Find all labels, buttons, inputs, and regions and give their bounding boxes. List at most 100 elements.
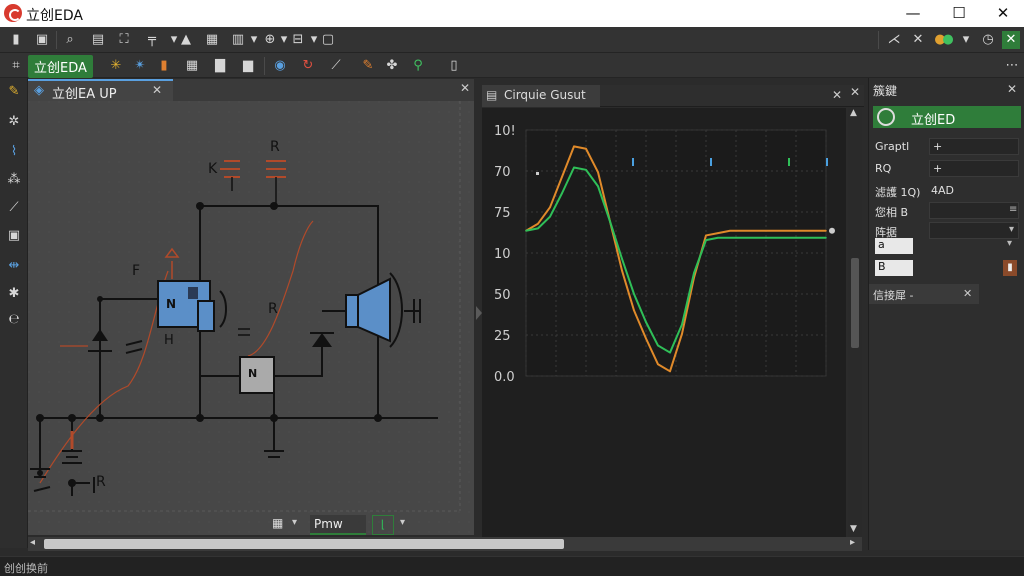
cross-icon[interactable]: ✕: [910, 32, 926, 48]
scroll-thumb[interactable]: [851, 258, 859, 348]
export-icon[interactable]: ▢: [320, 32, 336, 48]
scroll-left-icon[interactable]: ◂: [30, 537, 35, 548]
data-point: [765, 229, 767, 232]
new-file-icon[interactable]: ▮: [8, 32, 24, 48]
horizontal-scrollbar[interactable]: ◂ ▸: [28, 537, 862, 551]
data-point: [789, 236, 791, 239]
chevron-down-icon[interactable]: ▾: [246, 32, 262, 48]
align-icon[interactable]: ⊟: [290, 32, 306, 48]
search-icon[interactable]: ⌕: [62, 32, 78, 48]
triangle-icon[interactable]: ▲: [178, 32, 194, 48]
properties-badge[interactable]: 立创ED: [873, 106, 1021, 128]
folder-icon[interactable]: ▇: [212, 58, 228, 74]
history-icon[interactable]: ◷: [980, 32, 996, 48]
chevron-down-icon[interactable]: ▾: [1007, 238, 1012, 249]
settings-icon[interactable]: ✱: [6, 286, 22, 302]
chevron-down-icon[interactable]: ▾: [1009, 224, 1014, 235]
layer-icon[interactable]: ▦: [272, 516, 288, 532]
data-point: [681, 333, 683, 335]
info-tab-close-icon[interactable]: ✕: [963, 287, 972, 300]
scroll-down-icon[interactable]: ▼: [850, 524, 857, 534]
snap-toggle[interactable]: ⌊: [372, 515, 394, 535]
list-icon[interactable]: ≡: [1009, 204, 1017, 215]
status-bar: 创创换前: [0, 556, 1024, 576]
bar-icon[interactable]: ▮: [156, 58, 172, 74]
prop-value-field[interactable]: +: [929, 138, 1019, 155]
open-icon[interactable]: ▣: [34, 32, 50, 48]
prop-value-field[interactable]: [929, 222, 1019, 239]
chevron-down-icon[interactable]: ▾: [292, 517, 297, 528]
label-f: F: [132, 263, 141, 279]
panel-icon[interactable]: ▣: [6, 228, 22, 244]
zoom-select[interactable]: Pmw: [310, 515, 366, 535]
chevron-down-icon[interactable]: ▾: [958, 32, 974, 48]
pen-icon[interactable]: ✎: [360, 58, 376, 74]
app-badge[interactable]: 立创EDA: [28, 55, 93, 78]
run-icon[interactable]: ⚲: [410, 58, 426, 74]
maximize-button[interactable]: ☐: [944, 3, 974, 23]
folder-open-icon[interactable]: ▆: [240, 58, 256, 74]
scroll-up-icon[interactable]: ▲: [850, 108, 857, 118]
globe-icon[interactable]: ◉: [272, 58, 288, 74]
doc-icon[interactable]: ▯: [446, 58, 462, 74]
net-icon[interactable]: ▥: [230, 32, 246, 48]
node-icon[interactable]: ✤: [384, 58, 400, 74]
tab-waveform[interactable]: ▤ Cirquie Gusut: [482, 85, 600, 107]
minimize-button[interactable]: —: [898, 3, 928, 23]
scroll-right-icon[interactable]: ▸: [850, 537, 855, 548]
wire-tool-icon[interactable]: ⌇: [6, 144, 22, 160]
tab-info[interactable]: 信接犀 - ✕: [869, 284, 979, 304]
cursor-marker: [536, 172, 539, 175]
prop-value-field[interactable]: [929, 202, 1019, 219]
refresh-icon[interactable]: ↻: [300, 58, 316, 74]
close-window-button[interactable]: ✕: [988, 3, 1018, 23]
close-panel-icon[interactable]: ✕: [1002, 31, 1020, 49]
data-point: [693, 272, 695, 274]
data-point: [585, 169, 587, 171]
wire-icon[interactable]: ╤: [144, 32, 160, 48]
data-point: [789, 229, 791, 232]
schematic-panel-close-icon[interactable]: ✕: [460, 81, 470, 95]
select-tool-icon[interactable]: ⌗: [8, 58, 24, 74]
waveform-plot[interactable]: 10! 70 75 10 50 25 0.0: [482, 108, 846, 538]
prop-value-field[interactable]: +: [929, 160, 1019, 177]
probe-tool-icon[interactable]: ⟋: [6, 200, 22, 216]
tab-schematic[interactable]: ◈ 立创EA UP ✕: [28, 79, 173, 102]
waveform-panel-close-icon[interactable]: ✕: [850, 85, 860, 99]
link-icon[interactable]: ℮: [6, 312, 22, 328]
y-tick-label: 10!: [494, 124, 516, 139]
component-icon[interactable]: ⁂: [6, 172, 22, 188]
data-point: [801, 229, 803, 232]
grid-icon[interactable]: ▤: [90, 32, 106, 48]
event-marker: [710, 158, 712, 166]
schematic-tab-icon: ◈: [34, 83, 44, 98]
app-logo-icon: [4, 4, 22, 22]
schematic-tab-close-icon[interactable]: ✕: [152, 83, 162, 97]
waveform-vertical-scrollbar[interactable]: ▲ ▼: [848, 108, 862, 538]
measure-icon[interactable]: ⟋: [328, 58, 344, 74]
hscroll-thumb[interactable]: [44, 539, 564, 549]
color-swatch-icon[interactable]: ▮: [1003, 260, 1017, 276]
probe-icon[interactable]: ✴: [132, 58, 148, 74]
waveform-tab-close-icon[interactable]: ✕: [832, 88, 842, 102]
pencil-icon[interactable]: ✎: [6, 84, 22, 100]
spark-icon[interactable]: ✳: [108, 58, 124, 74]
schematic-canvas[interactable]: K R F N H R N R: [28, 101, 474, 535]
overflow-icon[interactable]: ⋯: [1004, 58, 1020, 74]
data-point: [777, 236, 779, 239]
select-icon[interactable]: ⛶: [116, 32, 132, 48]
properties-close-icon[interactable]: ✕: [1007, 82, 1017, 96]
data-point: [717, 236, 719, 239]
library-icon[interactable]: ▦: [184, 58, 200, 74]
data-point: [669, 370, 671, 373]
y-tick-label: 70: [494, 165, 511, 180]
data-point: [525, 229, 527, 232]
gear-icon[interactable]: ✲: [6, 114, 22, 130]
route-icon[interactable]: ⋌: [886, 32, 902, 48]
input-a[interactable]: a: [875, 238, 913, 254]
bus-icon[interactable]: ▦: [204, 32, 220, 48]
connector-icon[interactable]: ⇹: [6, 258, 22, 274]
input-b[interactable]: B: [875, 260, 913, 276]
data-point: [621, 258, 623, 260]
chevron-down-icon[interactable]: ▾: [400, 517, 405, 528]
